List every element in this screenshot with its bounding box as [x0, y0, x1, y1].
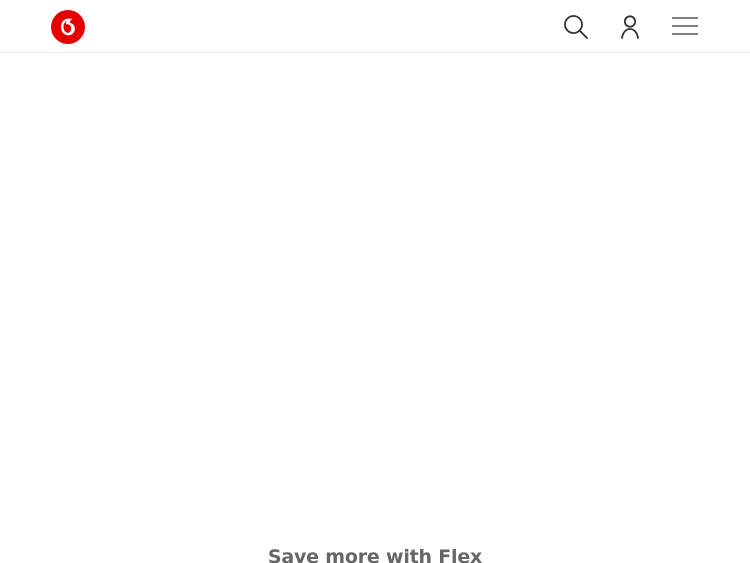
promo-title: Save more with Flex: [267, 545, 483, 563]
menu-button[interactable]: [671, 16, 699, 36]
page: Save more with Flex: [0, 0, 750, 563]
vodafone-logo-icon: [51, 10, 85, 44]
hamburger-menu-icon: [672, 17, 698, 35]
vodafone-logo-link[interactable]: [51, 10, 85, 44]
search-icon: [564, 15, 588, 39]
account-button[interactable]: [615, 12, 645, 42]
user-icon: [621, 15, 639, 39]
site-header: [0, 0, 750, 53]
search-button[interactable]: [561, 12, 591, 42]
hero-blank-area: [0, 53, 750, 503]
